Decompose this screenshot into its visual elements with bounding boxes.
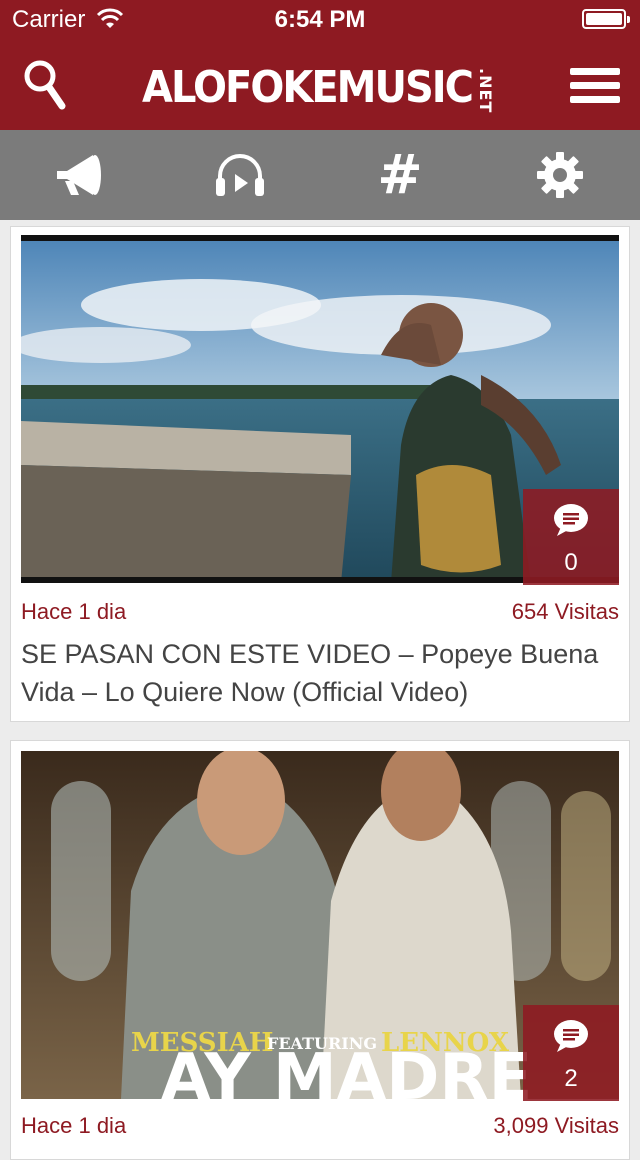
post-date: Hace 1 dia	[21, 599, 127, 624]
tab-news[interactable]	[0, 130, 160, 220]
battery-icon	[582, 9, 630, 29]
comment-count-badge[interactable]: 2	[523, 1005, 619, 1101]
tab-hashtags[interactable]: #	[320, 130, 480, 220]
logo-tld: .NET	[476, 68, 496, 114]
hamburger-menu-icon[interactable]	[570, 68, 620, 104]
post-views: 3,099 Visitas	[493, 1113, 619, 1138]
tab-music[interactable]	[160, 130, 320, 220]
hashtag-icon: #	[377, 143, 423, 206]
post-title[interactable]: SE PASAN CON ESTE VIDEO – Popeye Buena V…	[21, 635, 619, 711]
status-time: 6:54 PM	[274, 6, 366, 33]
status-bar: Carrier 6:54 PM	[0, 0, 640, 40]
headphones-play-icon	[216, 154, 264, 196]
chat-bubble-icon	[554, 1020, 588, 1052]
post-card[interactable]: MESSIAH FEATURING LENNOX AY MADRE 2 Hace…	[10, 740, 630, 1160]
app-header: Carrier 6:54 PM ALOFOKEMUSIC .NET	[0, 0, 640, 130]
post-card[interactable]: 0 Hace 1 dia 654 Visitas SE PASAN CON ES…	[10, 226, 630, 722]
gear-icon	[537, 152, 583, 198]
tab-settings[interactable]	[480, 130, 640, 220]
logo-wordmark: ALOFOKEMUSIC	[142, 63, 474, 113]
chat-bubble-icon	[554, 504, 588, 536]
post-views: 654 Visitas	[511, 599, 619, 624]
category-tab-bar: #	[0, 130, 640, 220]
comment-count-badge[interactable]: 0	[523, 489, 619, 585]
artwork-song-title: AY MADRE	[161, 1041, 532, 1099]
comment-count: 2	[564, 1065, 578, 1092]
search-icon[interactable]	[22, 58, 68, 112]
brand-logo: ALOFOKEMUSIC .NET	[142, 60, 496, 114]
post-date: Hace 1 dia	[21, 1113, 127, 1138]
megaphone-icon	[57, 155, 101, 195]
comment-count: 0	[564, 549, 578, 576]
